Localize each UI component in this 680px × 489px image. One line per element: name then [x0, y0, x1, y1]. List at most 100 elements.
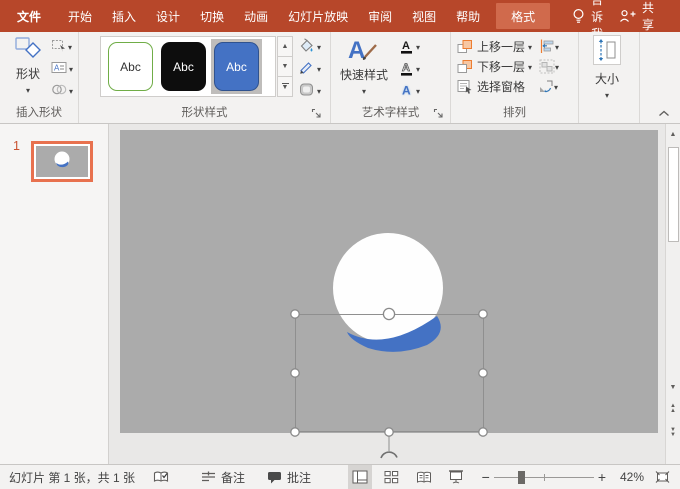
quick-styles-label: 快速样式	[340, 66, 388, 83]
tab-format-active[interactable]: 格式	[496, 3, 550, 29]
slideshow-button[interactable]	[444, 465, 468, 489]
group-objects-button[interactable]	[539, 59, 555, 74]
tab-insert[interactable]: 插入	[102, 0, 146, 32]
zoom-out-button[interactable]: −	[478, 469, 494, 485]
shapes-label: 形状	[16, 65, 40, 82]
shape-style-black[interactable]: Abc	[161, 42, 206, 91]
text-effects-button[interactable]: A	[399, 80, 420, 99]
gallery-more-button[interactable]: ▼	[277, 77, 293, 97]
shape-effects-button[interactable]	[298, 80, 321, 99]
shapes-icon	[13, 35, 43, 63]
handle-top-middle[interactable]	[383, 308, 394, 319]
normal-view-button[interactable]	[348, 465, 372, 489]
size-button[interactable]: 大小	[593, 68, 621, 101]
menubar: 文件 开始 插入 设计 切换 动画 幻灯片放映 审阅 视图 帮助 格式 告诉我 …	[0, 0, 680, 32]
handle-bottom-right[interactable]	[479, 428, 487, 436]
reading-view-icon	[416, 471, 432, 484]
share-person-icon	[619, 9, 636, 23]
zoom-slider-thumb[interactable]	[518, 471, 525, 484]
send-backward-button[interactable]: 下移一层	[457, 56, 559, 76]
notes-label: 备注	[221, 469, 245, 486]
vertical-scrollbar[interactable]: ▲ ▼ ▲▲ ▼▼	[665, 124, 680, 464]
align-button[interactable]	[539, 39, 555, 54]
scroll-up-icon[interactable]: ▲	[666, 126, 680, 142]
quick-styles-icon: A	[347, 34, 381, 64]
edit-shape-button[interactable]	[51, 36, 73, 55]
zoom-in-button[interactable]: +	[594, 469, 610, 485]
shapes-button[interactable]: 形状	[6, 35, 50, 96]
text-fill-icon: A	[399, 38, 414, 54]
ribbon: 形状 A 插	[0, 32, 680, 124]
comments-icon	[267, 471, 282, 484]
insert-shapes-group-label: 插入形状	[0, 104, 78, 120]
handle-top-left[interactable]	[291, 310, 299, 318]
tab-view[interactable]: 视图	[402, 0, 446, 32]
quick-styles-button[interactable]: A 快速样式	[336, 34, 392, 97]
text-effects-icon: A	[399, 82, 414, 98]
fit-to-window-button[interactable]	[650, 465, 674, 489]
bring-forward-icon	[457, 39, 473, 54]
slide-thumbnail-preview	[36, 146, 88, 177]
selection-pane-button[interactable]: 选择窗格	[457, 76, 559, 96]
group-arrange: 上移一层 下移一层	[451, 32, 579, 123]
handle-middle-left[interactable]	[291, 369, 299, 377]
slide-counter: 幻灯片 第 1 张，共 1 张	[9, 469, 135, 486]
editing-canvas[interactable]	[109, 124, 665, 464]
text-fill-button[interactable]: A	[399, 36, 420, 55]
send-backward-label: 下移一层	[477, 58, 525, 75]
share-button[interactable]: 共享	[619, 0, 654, 33]
comments-button[interactable]: 批注	[267, 469, 311, 486]
shape-outline-button[interactable]	[298, 58, 321, 77]
svg-text:A: A	[54, 64, 60, 73]
scroll-down-icon[interactable]: ▼	[666, 379, 680, 395]
reading-view-button[interactable]	[412, 465, 436, 489]
work-area: 1	[0, 124, 680, 464]
shape-style-green-outline[interactable]: Abc	[108, 42, 153, 91]
shape-style-blue-selected[interactable]: Abc	[214, 42, 259, 91]
text-box-icon: A	[51, 61, 67, 74]
shape-style-gallery: Abc Abc Abc	[100, 36, 276, 97]
tab-home[interactable]: 开始	[58, 0, 102, 32]
wordart-dialog-launcher-icon[interactable]	[433, 108, 444, 119]
gallery-down-button[interactable]: ▼	[277, 57, 293, 77]
spellcheck-button[interactable]	[153, 470, 169, 484]
tab-review[interactable]: 审阅	[358, 0, 402, 32]
previous-slide-icon[interactable]: ▲▲	[666, 400, 680, 418]
zoom-level[interactable]: 42%	[614, 470, 644, 484]
zoom-slider[interactable]	[494, 470, 594, 484]
tab-file[interactable]: 文件	[0, 0, 58, 32]
merge-shapes-icon	[51, 83, 67, 96]
merge-shapes-button[interactable]	[51, 80, 73, 99]
notes-button[interactable]: 备注	[201, 469, 245, 486]
handle-bottom-left[interactable]	[291, 428, 299, 436]
rotate-button[interactable]	[538, 79, 554, 94]
bring-forward-button[interactable]: 上移一层	[457, 36, 559, 56]
next-slide-icon[interactable]: ▼▼	[666, 424, 680, 442]
tab-animations[interactable]: 动画	[234, 0, 278, 32]
scrollbar-thumb[interactable]	[668, 147, 679, 242]
shape-fill-button[interactable]	[298, 36, 321, 55]
edit-shape-icon	[51, 38, 66, 53]
powerpoint-window: 文件 开始 插入 设计 切换 动画 幻灯片放映 审阅 视图 帮助 格式 告诉我 …	[0, 0, 680, 489]
bring-forward-label: 上移一层	[477, 38, 525, 55]
svg-text:A: A	[402, 62, 410, 74]
send-backward-icon	[457, 59, 473, 74]
slide-sorter-button[interactable]	[380, 465, 404, 489]
tab-design[interactable]: 设计	[146, 0, 190, 32]
gallery-scroll: ▲ ▼ ▼	[277, 36, 293, 97]
rotation-handle[interactable]	[381, 452, 397, 458]
slideshow-icon	[448, 470, 464, 484]
slide-thumbnail-selected[interactable]	[31, 141, 93, 182]
text-box-button[interactable]: A	[51, 58, 73, 77]
size-icon	[593, 35, 621, 65]
text-outline-button[interactable]: A	[399, 58, 420, 77]
gallery-up-button[interactable]: ▲	[277, 36, 293, 57]
handle-middle-right[interactable]	[479, 369, 487, 377]
tab-slideshow[interactable]: 幻灯片放映	[278, 0, 358, 32]
tab-transitions[interactable]: 切换	[190, 0, 234, 32]
tab-help[interactable]: 帮助	[446, 0, 490, 32]
handle-bottom-middle[interactable]	[385, 428, 393, 436]
collapse-ribbon-icon[interactable]	[658, 110, 670, 117]
handle-top-right[interactable]	[479, 310, 487, 318]
shape-styles-dialog-launcher-icon[interactable]	[311, 108, 322, 119]
